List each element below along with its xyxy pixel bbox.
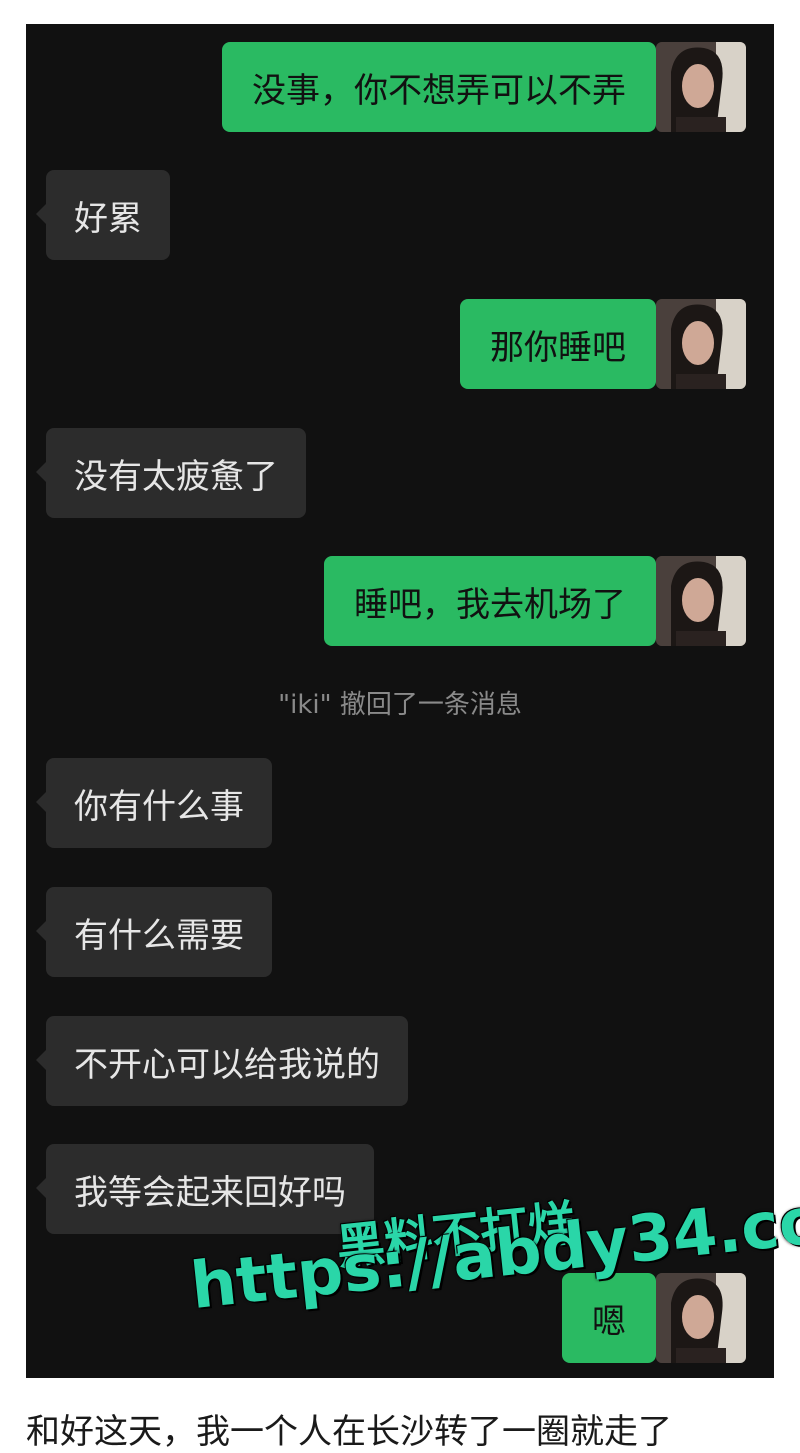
avatar[interactable]: [656, 299, 746, 389]
message-text: 没有太疲惫了: [74, 456, 278, 497]
sent-message-bubble[interactable]: 没事，你不想弄可以不弄: [222, 42, 666, 132]
received-message-bubble[interactable]: 不开心可以给我说的: [36, 1016, 408, 1106]
received-message-bubble[interactable]: 没有太疲惫了: [36, 428, 306, 518]
sent-message-bubble[interactable]: 睡吧，我去机场了: [324, 556, 666, 646]
avatar[interactable]: [656, 1273, 746, 1363]
received-message-bubble[interactable]: 好累: [36, 170, 170, 260]
message-row: 你有什么事: [26, 758, 774, 850]
sent-message-bubble[interactable]: 嗯: [562, 1273, 666, 1363]
message-row: 有什么需要: [26, 887, 774, 979]
avatar[interactable]: [656, 42, 746, 132]
message-text: 你有什么事: [74, 786, 244, 827]
message-text: 有什么需要: [74, 915, 244, 956]
message-row: 那你睡吧: [26, 299, 774, 391]
message-row: 睡吧，我去机场了: [26, 556, 774, 648]
sent-message-bubble[interactable]: 那你睡吧: [460, 299, 666, 389]
message-text: 嗯: [592, 1301, 626, 1342]
message-row: 没事，你不想弄可以不弄: [26, 42, 774, 134]
message-text: 好累: [74, 198, 142, 239]
message-text: 没事，你不想弄可以不弄: [252, 70, 626, 111]
message-row: 不开心可以给我说的: [26, 1016, 774, 1108]
chat-panel: 没事，你不想弄可以不弄 好累 那你睡吧 没有太疲惫了 睡吧，我去机场了 "iki…: [26, 24, 774, 1378]
recall-notice: "iki" 撤回了一条消息: [278, 690, 522, 720]
message-text: 不开心可以给我说的: [74, 1044, 380, 1085]
message-text: 我等会起来回好吗: [74, 1172, 346, 1213]
avatar[interactable]: [656, 556, 746, 646]
message-text: 那你睡吧: [490, 327, 626, 368]
article-caption: 和好这天，我一个人在长沙转了一圈就走了: [26, 1412, 672, 1452]
received-message-bubble[interactable]: 我等会起来回好吗: [36, 1144, 374, 1234]
received-message-bubble[interactable]: 你有什么事: [36, 758, 272, 848]
message-text: 睡吧，我去机场了: [354, 584, 626, 625]
message-row: 没有太疲惫了: [26, 428, 774, 520]
message-row: 好累: [26, 170, 774, 262]
received-message-bubble[interactable]: 有什么需要: [36, 887, 272, 977]
